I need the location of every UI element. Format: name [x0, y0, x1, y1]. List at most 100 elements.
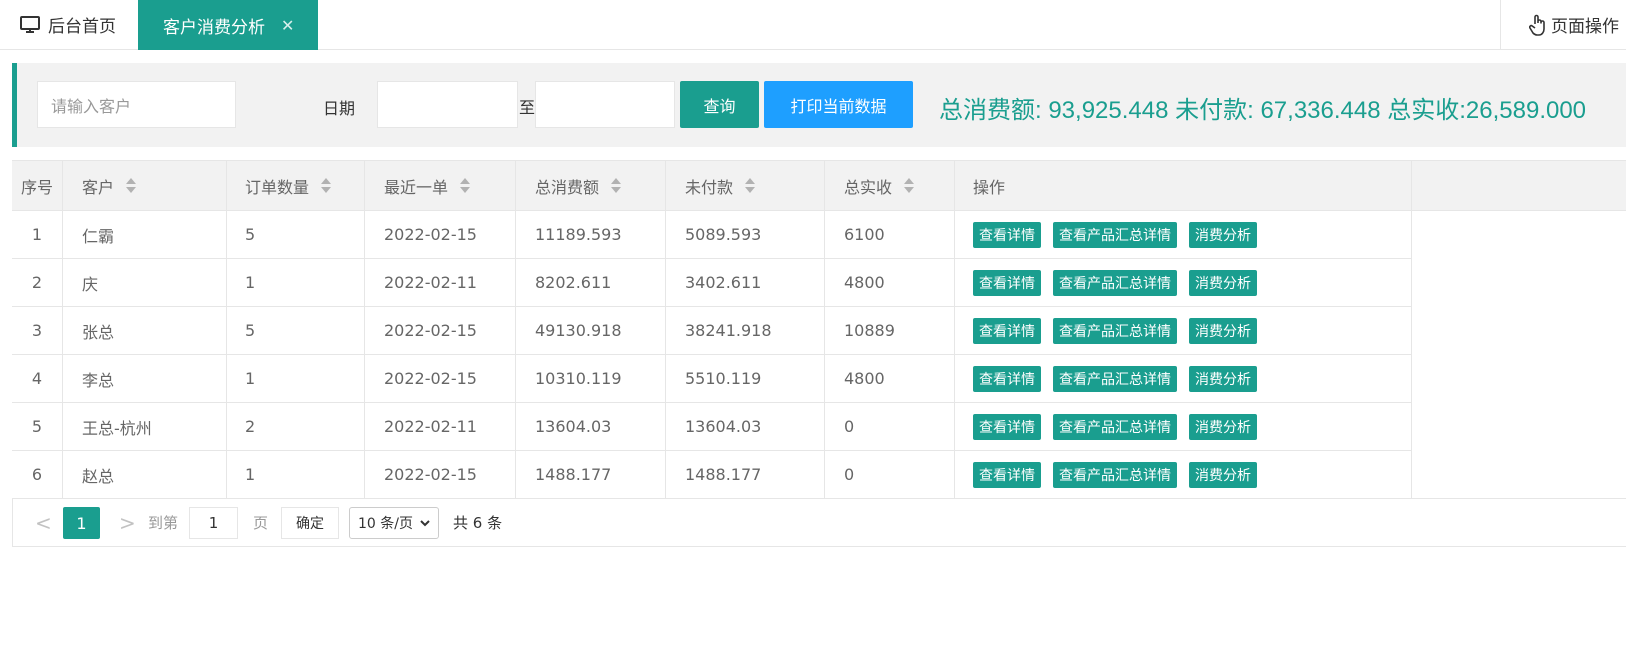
- total-consumption: 8202.611: [516, 259, 666, 306]
- table-row: 1 仁霸 5 2022-02-15 11189.593 5089.593 6100 查看详情查…: [12, 211, 1412, 259]
- view-product-summary-button[interactable]: 查看产品汇总详情: [1053, 413, 1177, 440]
- header-received[interactable]: 总实收: [825, 161, 955, 210]
- header-label: 未付款: [685, 177, 734, 197]
- last-order-date: 2022-02-15: [365, 211, 516, 258]
- table-row: 3 张总 5 2022-02-15 49130.918 38241.918 10889 查看详…: [12, 307, 1412, 355]
- view-product-summary-button[interactable]: 查看产品汇总详情: [1053, 461, 1177, 488]
- received-amount: 0: [825, 403, 955, 450]
- header-unpaid[interactable]: 未付款: [666, 161, 825, 210]
- row-index: 2: [12, 259, 63, 306]
- consumption-analysis-button[interactable]: 消费分析: [1189, 461, 1257, 488]
- order-count: 5: [227, 211, 365, 258]
- customer-name: 王总-杭州: [63, 403, 227, 450]
- total-count: 共 6 条: [453, 514, 503, 532]
- consumption-analysis-button[interactable]: 消费分析: [1189, 317, 1257, 344]
- order-count: 1: [227, 259, 365, 306]
- header-label: 客户: [82, 177, 115, 197]
- view-product-summary-button[interactable]: 查看产品汇总详情: [1053, 317, 1177, 344]
- header-label: 最近一单: [384, 177, 449, 197]
- hand-pointer-icon: [1529, 14, 1547, 36]
- consumption-analysis-button[interactable]: 消费分析: [1189, 221, 1257, 248]
- customer-name: 张总: [63, 307, 227, 354]
- confirm-button[interactable]: 确定: [281, 507, 339, 539]
- received-amount: 6100: [825, 211, 955, 258]
- table-row: 5 王总-杭州 2 2022-02-11 13604.03 13604.03 0 查看详情 查看…: [12, 403, 1412, 451]
- page-operations-button[interactable]: 页面操作: [1500, 0, 1626, 49]
- sort-icon[interactable]: [904, 178, 915, 193]
- table-row: 6 赵总 1 2022-02-15 1488.177 1488.177 0 查看详情 查看产品汇…: [12, 451, 1412, 499]
- tab-home-label: 后台首页: [48, 17, 116, 37]
- unpaid-amount: 3402.611: [666, 259, 825, 306]
- row-actions: 查看详情 查看产品汇总详情 消费分析: [955, 403, 1412, 450]
- sort-icon[interactable]: [321, 178, 332, 193]
- view-details-button[interactable]: 查看详情: [973, 221, 1041, 248]
- unpaid-amount: 5510.119: [666, 355, 825, 402]
- row-actions: 查看详情 查看产品汇总详情 消费分析: [955, 211, 1412, 258]
- date-label: 日期: [323, 99, 356, 118]
- row-actions: 查看详情 查看产品汇总详情 消费分析: [955, 259, 1412, 306]
- consumption-analysis-button[interactable]: 消费分析: [1189, 413, 1257, 440]
- unpaid-amount: 1488.177: [666, 451, 825, 498]
- received-amount: 4800: [825, 259, 955, 306]
- date-to-input[interactable]: [535, 81, 675, 128]
- order-count: 1: [227, 355, 365, 402]
- row-index: 4: [12, 355, 63, 402]
- last-order-date: 2022-02-15: [365, 451, 516, 498]
- monitor-icon: [20, 15, 40, 35]
- header-order-count[interactable]: 订单数量: [227, 161, 365, 210]
- next-page-icon[interactable]: >: [119, 499, 136, 546]
- order-count: 5: [227, 307, 365, 354]
- last-order-date: 2022-02-15: [365, 355, 516, 402]
- sort-icon[interactable]: [126, 178, 137, 193]
- last-order-date: 2022-02-11: [365, 259, 516, 306]
- view-details-button[interactable]: 查看详情: [973, 365, 1041, 392]
- view-details-button[interactable]: 查看详情: [973, 413, 1041, 440]
- view-details-button[interactable]: 查看详情: [973, 461, 1041, 488]
- date-from-input[interactable]: [377, 81, 518, 128]
- customer-name: 庆: [63, 259, 227, 306]
- tab-customer-analysis[interactable]: 客户消费分析 ✕: [138, 0, 318, 50]
- row-actions: 查看详情 查看产品汇总详情 消费分析: [955, 451, 1412, 498]
- unpaid-amount: 13604.03: [666, 403, 825, 450]
- page-button-current[interactable]: 1: [63, 507, 100, 539]
- last-order-date: 2022-02-15: [365, 307, 516, 354]
- order-count: 2: [227, 403, 365, 450]
- customer-name: 李总: [63, 355, 227, 402]
- received-amount: 4800: [825, 355, 955, 402]
- to-label: 至: [519, 98, 536, 117]
- customer-input[interactable]: 请输入客户: [37, 81, 236, 128]
- last-order-date: 2022-02-11: [365, 403, 516, 450]
- total-consumption: 49130.918: [516, 307, 666, 354]
- consumption-analysis-button[interactable]: 消费分析: [1189, 365, 1257, 392]
- view-product-summary-button[interactable]: 查看产品汇总详情: [1053, 365, 1177, 392]
- sort-icon[interactable]: [745, 178, 756, 193]
- query-button[interactable]: 查询: [680, 81, 759, 128]
- close-icon[interactable]: ✕: [281, 16, 294, 35]
- prev-page-icon[interactable]: <: [35, 499, 52, 546]
- page-operations-label: 页面操作: [1551, 17, 1619, 37]
- view-product-summary-button[interactable]: 查看产品汇总详情: [1053, 269, 1177, 296]
- sort-icon[interactable]: [611, 178, 622, 193]
- received-amount: 0: [825, 451, 955, 498]
- tab-home[interactable]: 后台首页: [0, 0, 133, 49]
- customer-name: 赵总: [63, 451, 227, 498]
- header-index: 序号: [12, 161, 63, 210]
- print-button[interactable]: 打印当前数据: [764, 81, 913, 128]
- page-size-select[interactable]: 10 条/页: [349, 507, 439, 539]
- total-consumption: 1488.177: [516, 451, 666, 498]
- row-index: 6: [12, 451, 63, 498]
- sort-icon[interactable]: [460, 178, 471, 193]
- header-last-order[interactable]: 最近一单: [365, 161, 516, 210]
- header-customer[interactable]: 客户: [63, 161, 227, 210]
- header-total-consumption[interactable]: 总消费额: [516, 161, 666, 210]
- chevron-down-icon: [420, 515, 430, 531]
- view-details-button[interactable]: 查看详情: [973, 269, 1041, 296]
- row-index: 5: [12, 403, 63, 450]
- table-header: 序号 客户 订单数量 最近一单 总消费额 未付款 总实收 操作: [12, 161, 1626, 211]
- table-row: 4 李总 1 2022-02-15 10310.119 5510.119 4800 查看详情查…: [12, 355, 1412, 403]
- view-details-button[interactable]: 查看详情: [973, 317, 1041, 344]
- goto-page-input[interactable]: 1: [189, 507, 238, 539]
- customer-table: 序号 客户 订单数量 最近一单 总消费额 未付款 总实收 操作 1 仁霸 5 2022…: [12, 160, 1626, 499]
- view-product-summary-button[interactable]: 查看产品汇总详情: [1053, 221, 1177, 248]
- consumption-analysis-button[interactable]: 消费分析: [1189, 269, 1257, 296]
